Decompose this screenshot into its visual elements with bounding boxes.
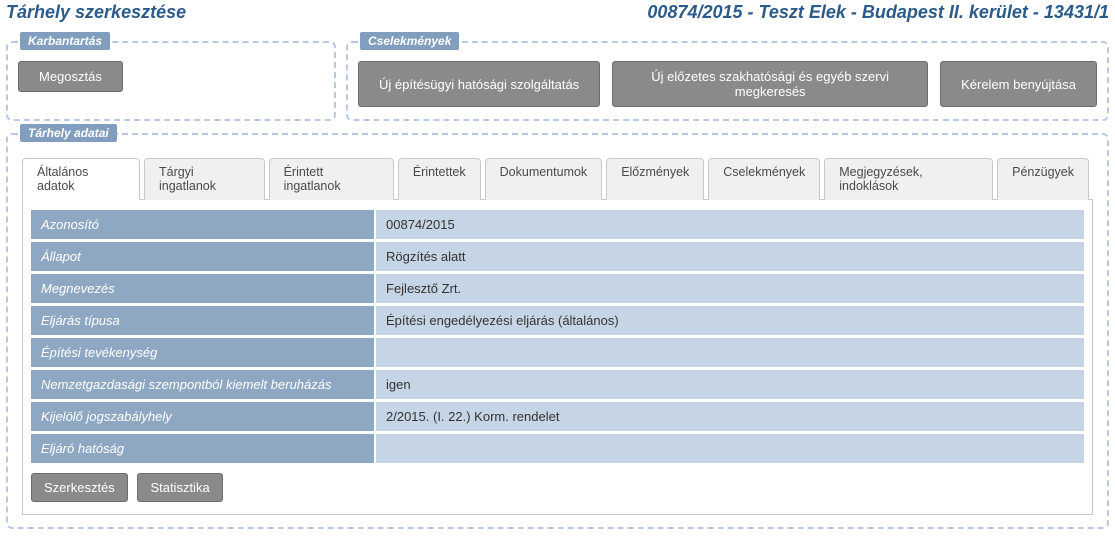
new-service-button[interactable]: Új építésügyi hatósági szolgáltatás bbox=[358, 61, 600, 107]
value-proc-type: Építési engedélyezési eljárás (általános… bbox=[376, 306, 1084, 335]
row-regulation: Kijelölő jogszabályhely 2/2015. (I. 22.)… bbox=[31, 402, 1084, 431]
maintenance-legend: Karbantartás bbox=[20, 32, 110, 50]
value-status: Rögzítés alatt bbox=[376, 242, 1084, 271]
row-id: Azonosító 00874/2015 bbox=[31, 210, 1084, 239]
row-status: Állapot Rögzítés alatt bbox=[31, 242, 1084, 271]
page-context: 00874/2015 - Teszt Elek - Budapest II. k… bbox=[647, 2, 1109, 23]
label-activity: Építési tevékenység bbox=[31, 338, 376, 367]
new-request-button[interactable]: Új előzetes szakhatósági és egyéb szervi… bbox=[612, 61, 928, 107]
value-authority bbox=[376, 434, 1084, 463]
tab-properties[interactable]: Tárgyi ingatlanok bbox=[144, 158, 265, 200]
share-button[interactable]: Megosztás bbox=[18, 61, 123, 92]
tab-content-general: Azonosító 00874/2015 Állapot Rögzítés al… bbox=[22, 200, 1093, 515]
value-name: Fejlesztő Zrt. bbox=[376, 274, 1084, 303]
maintenance-panel: Karbantartás Megosztás bbox=[6, 41, 336, 121]
label-status: Állapot bbox=[31, 242, 376, 271]
label-regulation: Kijelölő jogszabályhely bbox=[31, 402, 376, 431]
submit-request-button[interactable]: Kérelem benyújtása bbox=[940, 61, 1097, 107]
label-id: Azonosító bbox=[31, 210, 376, 239]
value-priority: igen bbox=[376, 370, 1084, 399]
label-proc-type: Eljárás típusa bbox=[31, 306, 376, 335]
row-priority: Nemzetgazdasági szempontból kiemelt beru… bbox=[31, 370, 1084, 399]
tab-finance[interactable]: Pénzügyek bbox=[997, 158, 1089, 200]
tab-documents[interactable]: Dokumentumok bbox=[485, 158, 603, 200]
data-legend: Tárhely adatai bbox=[20, 124, 117, 142]
actions-legend: Cselekmények bbox=[360, 32, 459, 50]
page-title: Tárhely szerkesztése bbox=[6, 2, 186, 23]
actions-panel: Cselekmények Új építésügyi hatósági szol… bbox=[346, 41, 1109, 121]
edit-button[interactable]: Szerkesztés bbox=[31, 473, 128, 502]
tab-general[interactable]: Általános adatok bbox=[22, 158, 140, 200]
tab-notes[interactable]: Megjegyzések, indoklások bbox=[824, 158, 993, 200]
label-priority: Nemzetgazdasági szempontból kiemelt beru… bbox=[31, 370, 376, 399]
tab-acts[interactable]: Cselekmények bbox=[708, 158, 820, 200]
tab-history[interactable]: Előzmények bbox=[606, 158, 704, 200]
row-activity: Építési tevékenység bbox=[31, 338, 1084, 367]
row-proc-type: Eljárás típusa Építési engedélyezési elj… bbox=[31, 306, 1084, 335]
row-authority: Eljáró hatóság bbox=[31, 434, 1084, 463]
data-panel: Tárhely adatai Általános adatok Tárgyi i… bbox=[6, 133, 1109, 529]
tab-affected[interactable]: Érintett ingatlanok bbox=[269, 158, 394, 200]
tab-participants[interactable]: Érintettek bbox=[398, 158, 481, 200]
label-authority: Eljáró hatóság bbox=[31, 434, 376, 463]
label-name: Megnevezés bbox=[31, 274, 376, 303]
value-id: 00874/2015 bbox=[376, 210, 1084, 239]
value-regulation: 2/2015. (I. 22.) Korm. rendelet bbox=[376, 402, 1084, 431]
row-name: Megnevezés Fejlesztő Zrt. bbox=[31, 274, 1084, 303]
stats-button[interactable]: Statisztika bbox=[137, 473, 222, 502]
value-activity bbox=[376, 338, 1084, 367]
header: Tárhely szerkesztése 00874/2015 - Teszt … bbox=[0, 0, 1115, 29]
tabbar: Általános adatok Tárgyi ingatlanok Érint… bbox=[22, 157, 1093, 200]
